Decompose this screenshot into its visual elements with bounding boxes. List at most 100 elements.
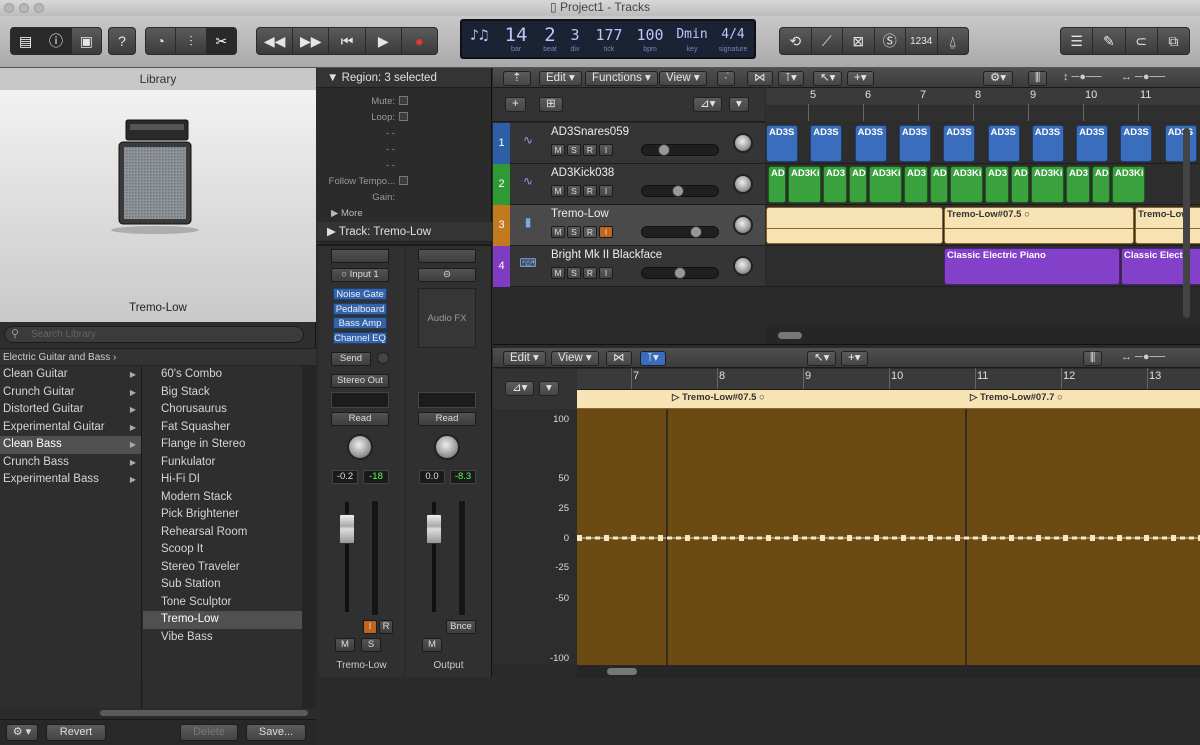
snare-region[interactable]: AD3S	[810, 125, 843, 162]
count-in-button[interactable]: 1234	[906, 28, 938, 54]
library-horizontal-scrollbar[interactable]	[100, 710, 308, 716]
track-solo-button[interactable]: S	[567, 226, 581, 238]
eq-display[interactable]	[331, 249, 389, 263]
track-solo-button[interactable]: S	[567, 144, 581, 156]
snare-region[interactable]: AD3S	[1076, 125, 1109, 162]
snare-region[interactable]: AD3S	[898, 125, 931, 162]
notepad-icon[interactable]: ✎	[1093, 28, 1126, 54]
marquee-tool-icon[interactable]: +▾	[847, 71, 874, 86]
track-lane[interactable]: Tremo-Low#07.5 ○ Tremo-Low	[766, 205, 1200, 246]
audio-fx-plugin-slot[interactable]: Pedalboard	[333, 302, 387, 315]
kick-region[interactable]: AD3	[823, 166, 847, 203]
track-pan-knob[interactable]	[733, 174, 753, 194]
library-patch-item[interactable]: Big Stack	[143, 384, 302, 402]
cycle-icon[interactable]: ⟲	[780, 28, 812, 54]
editor-filter-icon[interactable]: ⊿▾	[505, 381, 535, 396]
replace-icon[interactable]: ⊠	[843, 28, 875, 54]
horizontal-zoom-slider[interactable]: ↔ ─●──	[1121, 71, 1165, 83]
kick-region[interactable]: AD	[1092, 166, 1110, 203]
track-pan-knob[interactable]	[733, 256, 753, 276]
waveform-zoom-icon[interactable]: ⫼	[1083, 351, 1103, 366]
track-record-button[interactable]: R	[583, 267, 597, 279]
delete-button[interactable]: Delete	[180, 724, 238, 741]
go-to-beginning-icon[interactable]: ⏮	[329, 28, 366, 54]
metronome-icon[interactable]: ⍙	[938, 28, 969, 54]
solo-icon[interactable]: Ⓢ	[875, 28, 906, 54]
library-category-item[interactable]: Experimental Bass ▶	[0, 471, 141, 489]
waveform-zoom-icon[interactable]: ⫼	[1028, 71, 1048, 86]
track-options-icon[interactable]: ▾	[729, 97, 749, 112]
library-icon[interactable]: ▤	[11, 28, 42, 54]
kick-region[interactable]: AD3	[904, 166, 928, 203]
marquee-tool-icon[interactable]: +▾	[841, 351, 868, 366]
tuner-icon[interactable]: ⟋	[812, 28, 843, 54]
library-patch-item[interactable]: Rehearsal Room	[143, 524, 302, 542]
rewind-icon[interactable]: ◀◀	[257, 28, 294, 54]
track-input-button[interactable]: I	[599, 226, 613, 238]
close-window-button[interactable]	[4, 3, 14, 13]
param-checkbox[interactable]	[399, 96, 408, 105]
lcd-mode-icon[interactable]: ♪♫	[466, 24, 492, 46]
library-scrollbar[interactable]	[302, 366, 316, 708]
track-input-button[interactable]: I	[599, 144, 613, 156]
track-header[interactable]: 1 ∿ AD3Snares059 M S R I	[493, 123, 765, 164]
lcd-key[interactable]: Dmin key	[672, 24, 712, 54]
pan-knob[interactable]	[434, 434, 460, 460]
play-icon[interactable]: ▶	[366, 28, 402, 54]
tracks-ruler[interactable]: 5 6 7 8 9 10 11	[766, 88, 1200, 122]
catch-icon[interactable]: ⋈	[747, 71, 773, 86]
track-volume-slider[interactable]	[641, 185, 719, 197]
kick-region[interactable]: AD3	[985, 166, 1009, 203]
library-patch-item[interactable]: Scoop It	[143, 541, 302, 559]
tremo-region[interactable]: Tremo-Low#07.5 ○	[944, 207, 1134, 244]
track-mute-button[interactable]: M	[551, 226, 565, 238]
track-record-button[interactable]: R	[583, 144, 597, 156]
track-pan-knob[interactable]	[733, 215, 753, 235]
library-category-item[interactable]: Distorted Guitar ▶	[0, 401, 141, 419]
automation-mode[interactable]: Read	[331, 412, 389, 426]
editor-region-label[interactable]: ▷ Tremo-Low#07.5 ○	[672, 392, 765, 403]
output-slot[interactable]: Stereo Out	[331, 374, 389, 388]
tracks-vertical-scrollbar[interactable]	[1183, 128, 1190, 318]
editor-region-label[interactable]: ▷ Tremo-Low#07.7 ○	[970, 392, 1063, 403]
snare-region[interactable]: AD3S	[1164, 125, 1197, 162]
editor-ruler[interactable]: 7 8 9 10 11 12 13	[577, 368, 1200, 390]
kick-region[interactable]: AD3Ki	[788, 166, 821, 203]
track-name[interactable]: AD3Snares059	[551, 126, 629, 138]
param-checkbox[interactable]	[399, 176, 408, 185]
snap-icon[interactable]: ⊺▾	[640, 351, 666, 366]
stereo-link-icon[interactable]: ⊝	[418, 268, 476, 282]
track-name[interactable]: AD3Kick038	[551, 167, 614, 179]
library-patch-item[interactable]: 60's Combo	[143, 366, 302, 384]
group-slot[interactable]	[331, 392, 389, 408]
library-patch-item[interactable]: Tone Sculptor	[143, 594, 302, 612]
minimize-window-button[interactable]	[19, 3, 29, 13]
loop-browser-icon[interactable]: ⊂	[1126, 28, 1158, 54]
view-menu[interactable]: View ▾	[659, 71, 707, 86]
track-record-button[interactable]: R	[583, 185, 597, 197]
track-input-button[interactable]: I	[599, 267, 613, 279]
tremo-region[interactable]	[766, 207, 943, 244]
tracks-horizontal-scrollbar[interactable]	[778, 332, 802, 339]
track-record-button[interactable]: R	[583, 226, 597, 238]
input-slot[interactable]: ○ Input 1	[331, 268, 389, 282]
audio-fx-plugin-slot[interactable]: Bass Amp	[333, 317, 387, 329]
snare-region[interactable]: AD3S	[943, 125, 976, 162]
library-patch-item[interactable]: Funkulator	[143, 454, 302, 472]
track-mute-button[interactable]: M	[551, 144, 565, 156]
track-inspector-header[interactable]: ▶ Track: Tremo-Low	[317, 222, 492, 242]
param-checkbox[interactable]	[399, 112, 408, 121]
library-patch-item[interactable]: Stereo Traveler	[143, 559, 302, 577]
track-volume-slider[interactable]	[641, 267, 719, 279]
library-search-field[interactable]: ⚲ Search Library	[4, 326, 304, 343]
track-solo-button[interactable]: S	[567, 267, 581, 279]
track-mute-button[interactable]: M	[551, 185, 565, 197]
group-slot[interactable]	[418, 392, 476, 408]
volume-value[interactable]: -0.2	[332, 470, 358, 484]
mute-button[interactable]: M	[422, 638, 442, 652]
library-patch-item[interactable]: Fat Squasher	[143, 419, 302, 437]
kick-region[interactable]: AD3Ki	[869, 166, 902, 203]
save-button[interactable]: Save...	[246, 724, 306, 741]
info-icon[interactable]: ⓘ	[41, 28, 72, 54]
kick-region[interactable]: AD3Ki	[1112, 166, 1145, 203]
